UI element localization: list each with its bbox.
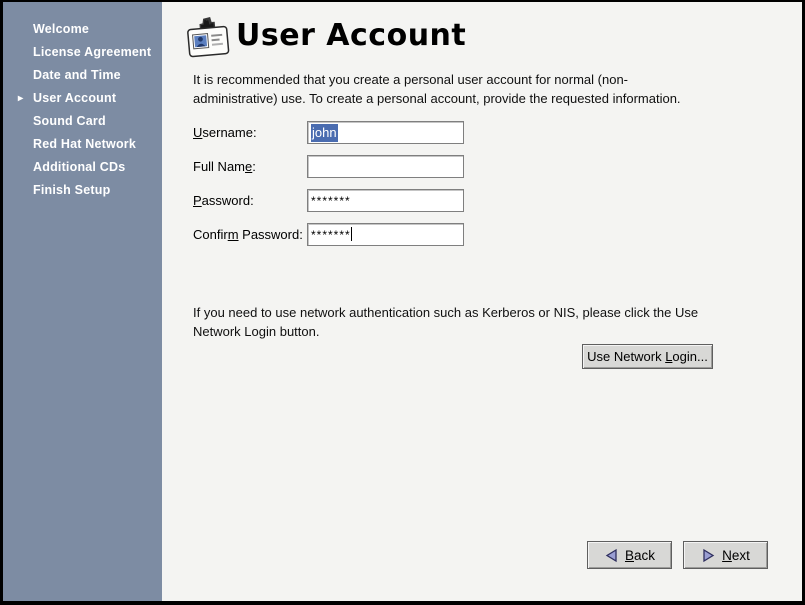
sidebar-item-user-account[interactable]: ▸ User Account [3,87,162,110]
content-panel: User Account It is recommended that you … [162,2,802,601]
password-label: Password: [193,193,254,208]
username-row: Username: john [193,121,257,144]
page-title: User Account [236,18,466,53]
sidebar-item-welcome[interactable]: Welcome [3,18,162,41]
sidebar-item-sound-card[interactable]: Sound Card [3,110,162,133]
sidebar-item-label: License Agreement [33,45,151,59]
next-button[interactable]: Next [683,541,768,569]
active-step-arrow-icon: ▸ [18,87,23,110]
network-auth-text: If you need to use network authenticatio… [193,303,713,341]
next-label: Next [722,548,750,563]
sidebar-item-label: Date and Time [33,68,121,82]
text-caret [351,227,352,241]
id-badge-icon [186,15,232,72]
sidebar: Welcome License Agreement Date and Time … [3,2,162,601]
password-input[interactable]: ******* [307,189,464,212]
sidebar-item-finish-setup[interactable]: Finish Setup [3,179,162,202]
sidebar-item-date-and-time[interactable]: Date and Time [3,64,162,87]
full-name-input[interactable] [307,155,464,178]
use-network-login-button[interactable]: Use Network Login... [582,344,713,369]
sidebar-item-label: Finish Setup [33,183,110,197]
selected-text: john [311,124,338,142]
full-name-row: Full Name: [193,155,256,178]
right-arrow-icon [701,548,716,563]
screen: { "colors": { "sidebar_bg": "#7d8ca3", "… [0,0,805,605]
sidebar-item-label: Additional CDs [33,160,125,174]
sidebar-item-label: Sound Card [33,114,106,128]
sidebar-item-label: Welcome [33,22,89,36]
sidebar-item-label: Red Hat Network [33,137,136,151]
confirm-password-row: Confirm Password: ******* [193,223,303,246]
confirm-password-label: Confirm Password: [193,227,303,242]
back-button[interactable]: Back [587,541,672,569]
sidebar-item-red-hat-network[interactable]: Red Hat Network [3,133,162,156]
username-input[interactable]: john [307,121,464,144]
setup-agent-window: Welcome License Agreement Date and Time … [3,2,802,601]
password-row: Password: ******* [193,189,254,212]
intro-text: It is recommended that you create a pers… [193,70,705,108]
sidebar-item-label: User Account [33,91,116,105]
sidebar-item-license-agreement[interactable]: License Agreement [3,41,162,64]
username-label: Username: [193,125,257,140]
use-network-login-label: Use Network Login... [587,349,708,364]
left-arrow-icon [604,548,619,563]
sidebar-item-additional-cds[interactable]: Additional CDs [3,156,162,179]
confirm-password-input[interactable]: ******* [307,223,464,246]
full-name-label: Full Name: [193,159,256,174]
back-label: Back [625,548,655,563]
